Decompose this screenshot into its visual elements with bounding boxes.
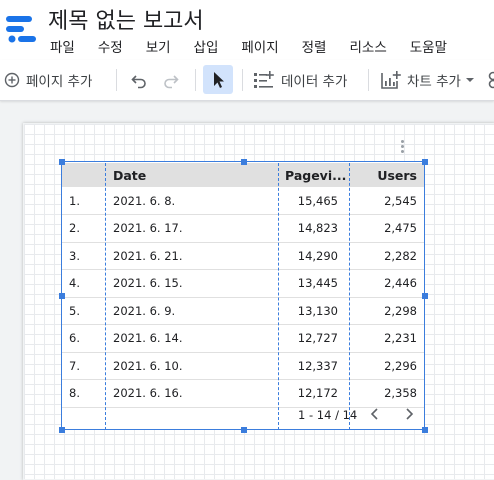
toolbar-divider (368, 69, 369, 91)
table-header: Date Pagevi... Users (62, 163, 424, 187)
resize-handle-sw[interactable] (59, 427, 65, 433)
cell-users: 2,231 (384, 325, 417, 352)
next-page-icon[interactable] (403, 406, 415, 426)
cell-date: 2021. 6. 14. (113, 325, 183, 352)
menu-help[interactable]: 도움말 (410, 36, 447, 56)
more-options-icon[interactable] (401, 140, 405, 155)
menu-view[interactable]: 보기 (146, 36, 171, 56)
cell-date: 2021. 6. 8. (113, 187, 175, 214)
table-row[interactable]: 6. 2021. 6. 14. 12,727 2,231 (62, 325, 424, 353)
table-row[interactable]: 8. 2021. 6. 16. 12,172 2,358 (62, 380, 424, 408)
add-data-label: 데이터 추가 (281, 70, 347, 90)
add-chart-label: 차트 추가 (407, 70, 461, 90)
menu-edit[interactable]: 수정 (98, 36, 123, 56)
toolbar-divider (116, 69, 117, 91)
cell-users: 2,282 (384, 242, 417, 269)
toolbar: 페이지 추가 데이터 추가 (0, 60, 494, 101)
cell-users: 2,545 (384, 187, 417, 214)
add-chart-button[interactable]: 차트 추가 (380, 60, 475, 100)
toolbar-divider (195, 69, 196, 91)
undo-button[interactable] (130, 60, 148, 100)
redo-icon (162, 71, 180, 89)
cell-users: 2,296 (384, 352, 417, 379)
cell-users: 2,446 (384, 270, 417, 297)
add-chart-icon (380, 70, 402, 90)
cell-pageviews: 12,172 (298, 380, 338, 407)
row-index: 1. (69, 187, 80, 214)
pagination-label: 1 - 14 / 14 (298, 408, 357, 422)
cell-date: 2021. 6. 16. (113, 380, 183, 407)
menu-arrange[interactable]: 정렬 (302, 36, 327, 56)
menu-resources[interactable]: 리소스 (349, 36, 386, 56)
add-page-button[interactable]: 페이지 추가 (4, 60, 92, 100)
row-index: 6. (69, 325, 80, 352)
add-data-icon (253, 70, 275, 90)
report-title[interactable]: 제목 없는 보고서 (48, 3, 204, 35)
undo-icon (130, 71, 148, 89)
cell-pageviews: 14,290 (298, 242, 338, 269)
cell-pageviews: 14,823 (298, 215, 338, 242)
cell-pageviews: 13,130 (298, 297, 338, 324)
cell-pageviews: 15,465 (298, 187, 338, 214)
cell-users: 2,358 (384, 380, 417, 407)
resize-handle-w[interactable] (59, 293, 65, 299)
cell-users: 2,298 (384, 297, 417, 324)
table-row[interactable]: 3. 2021. 6. 21. 14,290 2,282 (62, 242, 424, 270)
resize-handle-n[interactable] (241, 159, 247, 165)
row-index: 4. (69, 270, 80, 297)
row-index: 5. (69, 297, 80, 324)
looker-studio-logo-icon (4, 10, 38, 46)
add-page-label: 페이지 추가 (26, 70, 92, 90)
redo-button[interactable] (162, 60, 180, 100)
resize-handle-s[interactable] (241, 427, 247, 433)
dropdown-arrow-icon (465, 75, 475, 85)
more-tools-icon[interactable] (486, 60, 494, 100)
header-index (62, 163, 105, 187)
prev-page-icon[interactable] (369, 406, 381, 426)
table-row[interactable]: 7. 2021. 6. 10. 12,337 2,296 (62, 352, 424, 380)
resize-handle-ne[interactable] (422, 159, 428, 165)
row-index: 3. (69, 242, 80, 269)
resize-handle-se[interactable] (422, 427, 428, 433)
cell-date: 2021. 6. 17. (113, 215, 183, 242)
resize-handle-nw[interactable] (59, 159, 65, 165)
menu-insert[interactable]: 삽입 (194, 36, 219, 56)
menu-bar: 파일 수정 보기 삽입 페이지 정렬 리소스 도움말 (50, 36, 470, 56)
header-users[interactable]: Users (377, 163, 417, 187)
toolbar-divider (242, 69, 243, 91)
add-data-button[interactable]: 데이터 추가 (253, 60, 347, 100)
resize-handle-e[interactable] (422, 293, 428, 299)
column-divider[interactable] (278, 163, 279, 430)
cell-pageviews: 12,727 (298, 325, 338, 352)
add-circle-icon (4, 72, 20, 88)
header-pageviews[interactable]: Pagevi... (285, 163, 346, 187)
column-divider[interactable] (349, 163, 350, 430)
cell-date: 2021. 6. 21. (113, 242, 183, 269)
menu-file[interactable]: 파일 (50, 36, 75, 56)
menu-page[interactable]: 페이지 (241, 36, 278, 56)
row-index: 2. (69, 215, 80, 242)
select-tool-button[interactable] (203, 65, 233, 94)
table-row[interactable]: 2. 2021. 6. 17. 14,823 2,475 (62, 215, 424, 243)
table-row[interactable]: 4. 2021. 6. 15. 13,445 2,446 (62, 270, 424, 298)
table-row[interactable]: 5. 2021. 6. 9. 13,130 2,298 (62, 297, 424, 325)
row-index: 7. (69, 352, 80, 379)
cell-date: 2021. 6. 9. (113, 297, 175, 324)
column-divider[interactable] (105, 163, 106, 430)
cursor-arrow-icon (203, 65, 233, 94)
table-row[interactable]: 1. 2021. 6. 8. 15,465 2,545 (62, 187, 424, 215)
cell-date: 2021. 6. 10. (113, 352, 183, 379)
cell-users: 2,475 (384, 215, 417, 242)
cell-pageviews: 13,445 (298, 270, 338, 297)
row-index: 8. (69, 380, 80, 407)
cell-pageviews: 12,337 (298, 352, 338, 379)
header-date[interactable]: Date (113, 163, 146, 187)
cell-date: 2021. 6. 15. (113, 270, 183, 297)
title-bar: 제목 없는 보고서 파일 수정 보기 삽입 페이지 정렬 리소스 도움말 (0, 0, 494, 60)
